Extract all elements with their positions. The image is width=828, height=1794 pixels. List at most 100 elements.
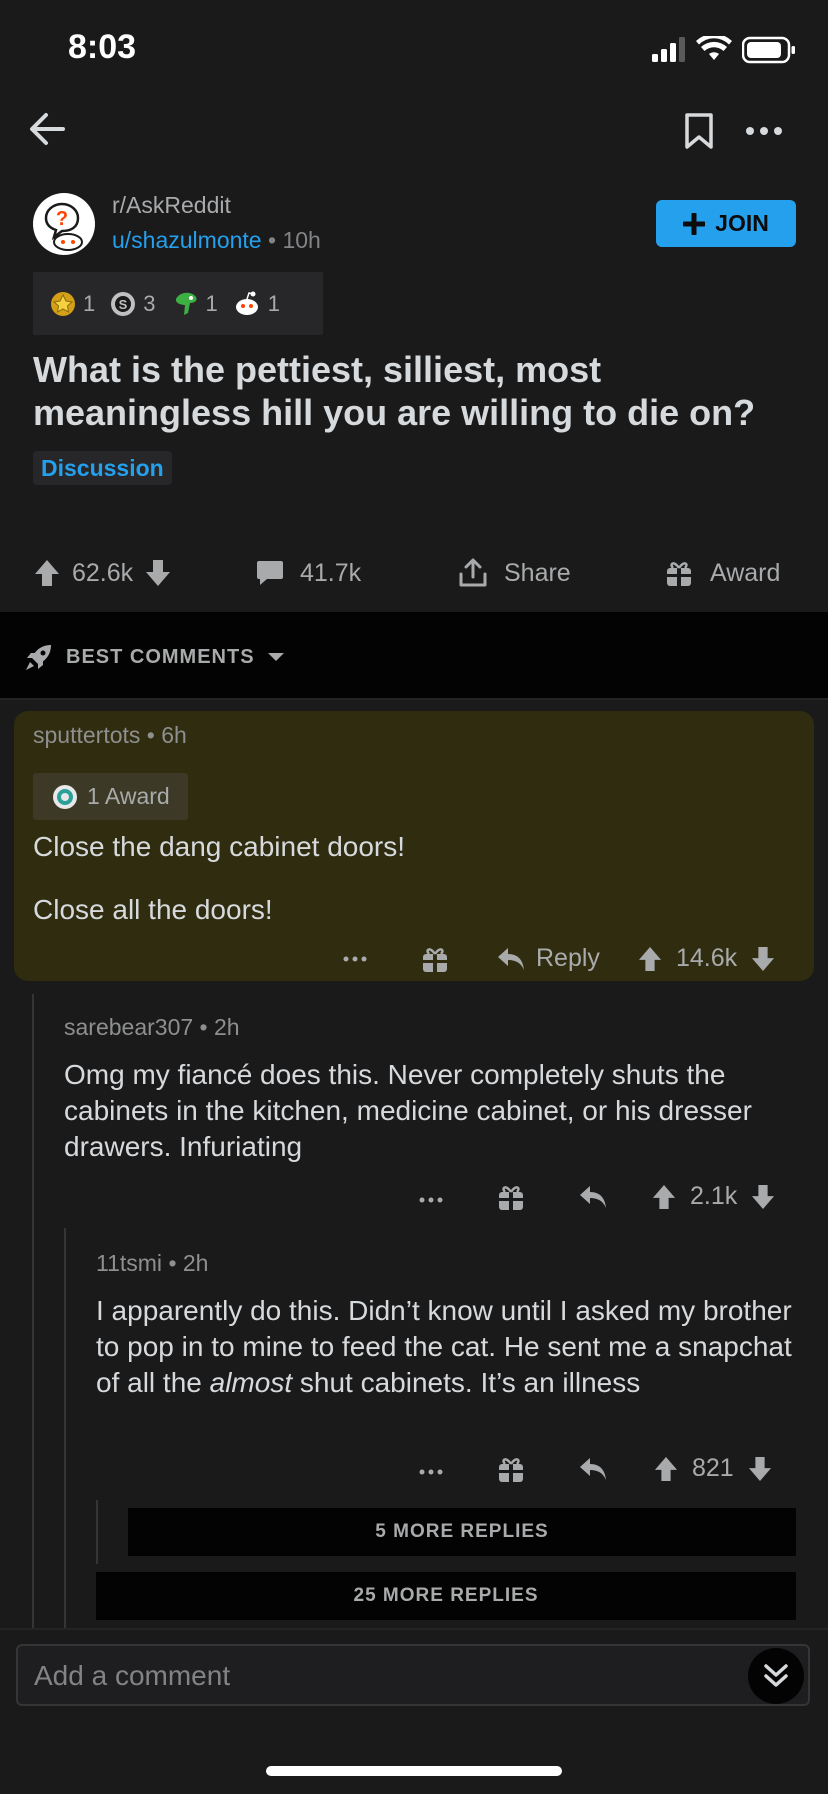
- comment-body: I apparently do this. Didn’t know until …: [96, 1293, 796, 1401]
- battery-icon: [742, 36, 796, 64]
- reply-button[interactable]: Reply: [496, 944, 600, 973]
- post-vote-group: 62.6k: [34, 548, 171, 598]
- reply-arrow-icon[interactable]: [578, 1184, 608, 1215]
- meta-separator: •: [199, 1014, 214, 1040]
- comment-paragraph: Close the dang cabinet doors!: [33, 831, 406, 862]
- comment-paragraph: Close all the doors!: [33, 894, 273, 925]
- subreddit-name[interactable]: r/AskReddit: [112, 192, 231, 219]
- award-count: 1: [83, 290, 96, 316]
- comment-text: shut cabinets. It’s an illness: [292, 1367, 641, 1398]
- comment-meta: sputtertots • 6h: [33, 722, 187, 749]
- comment-age: 6h: [161, 722, 187, 748]
- thread-line[interactable]: [96, 1500, 98, 1564]
- bookmark-icon[interactable]: [684, 112, 714, 150]
- downvote-icon[interactable]: [145, 559, 171, 587]
- caret-down-icon: [267, 653, 284, 661]
- join-label: JOIN: [715, 210, 769, 236]
- double-chevron-down-icon: [764, 1664, 788, 1687]
- upvote-icon[interactable]: [652, 1184, 676, 1210]
- post-author[interactable]: u/shazulmonte: [112, 227, 262, 253]
- thread-line[interactable]: [32, 994, 34, 1628]
- upvote-icon[interactable]: [654, 1456, 678, 1482]
- svg-text:?: ?: [56, 208, 68, 230]
- post-byline: u/shazulmonte • 10h: [112, 227, 321, 254]
- award-snoo: 1: [232, 289, 280, 319]
- plus-icon: [683, 212, 706, 235]
- award-gold: 1: [49, 290, 95, 318]
- sort-dropdown[interactable]: BEST COMMENTS: [24, 642, 285, 672]
- snoo-award-icon: [235, 291, 258, 315]
- meta-separator: •: [146, 722, 162, 748]
- comment-vote-group: 821: [654, 1454, 772, 1483]
- back-arrow-icon[interactable]: [28, 110, 66, 148]
- thread-line[interactable]: [64, 1228, 66, 1628]
- jump-next-button[interactable]: [748, 1648, 804, 1704]
- comment-gift-icon[interactable]: [496, 1454, 526, 1489]
- comment-meta: sarebear307 • 2h: [64, 1014, 240, 1041]
- comment-author[interactable]: 11tsmi: [96, 1250, 162, 1276]
- meta-separator: •: [168, 1250, 183, 1276]
- comment-more-icon[interactable]: [418, 1191, 444, 1209]
- join-button[interactable]: JOIN: [656, 200, 796, 247]
- platinum-award-icon: [53, 784, 77, 809]
- share-icon: [459, 558, 487, 587]
- sort-label: BEST COMMENTS: [66, 645, 255, 668]
- comment-body: Omg my fiancé does this. Never completel…: [64, 1059, 752, 1162]
- more-replies-button[interactable]: 5 MORE REPLIES: [128, 1508, 796, 1556]
- comment-award-label: 1 Award: [87, 783, 170, 809]
- downvote-icon[interactable]: [751, 946, 775, 972]
- downvote-icon[interactable]: [748, 1456, 772, 1482]
- comment-bubble-icon: [257, 561, 283, 585]
- home-indicator[interactable]: [266, 1766, 562, 1776]
- subreddit-avatar[interactable]: ?: [32, 192, 96, 256]
- award-dragon: 1: [170, 289, 218, 319]
- upvote-icon[interactable]: [638, 946, 662, 972]
- rocket-icon: [26, 645, 51, 670]
- award-silver: S 3: [109, 290, 156, 318]
- reply-arrow-icon: [498, 947, 524, 970]
- downvote-icon[interactable]: [751, 1184, 775, 1210]
- byline-separator: •: [267, 227, 283, 253]
- post-flair[interactable]: Discussion: [33, 451, 172, 485]
- post-title[interactable]: What is the pettiest, silliest, most mea…: [33, 348, 803, 434]
- post-age: 10h: [282, 227, 321, 253]
- svg-text:S: S: [119, 297, 128, 312]
- gift-icon: [667, 562, 691, 586]
- more-options-icon[interactable]: [744, 124, 784, 138]
- award-count: 1: [267, 290, 280, 316]
- comment-vote-count: 2.1k: [690, 1182, 738, 1210]
- comment-input[interactable]: Add a comment: [16, 1644, 810, 1706]
- signal-icon: [650, 36, 690, 62]
- award-label: Award: [710, 558, 781, 587]
- post-comments-button[interactable]: 41.7k: [256, 548, 361, 598]
- comment-age: 2h: [214, 1014, 240, 1040]
- comment-age: 2h: [182, 1250, 209, 1276]
- upvote-icon[interactable]: [34, 559, 60, 587]
- comment-gift-icon[interactable]: [496, 1182, 526, 1217]
- post-comment-count: 41.7k: [300, 558, 362, 587]
- award-button[interactable]: Award: [664, 548, 780, 598]
- comment-input-placeholder: Add a comment: [34, 1660, 231, 1691]
- status-time: 8:03: [68, 28, 137, 66]
- silver-award-icon: S: [111, 291, 136, 316]
- reply-arrow-icon[interactable]: [578, 1456, 608, 1487]
- comment-gift-icon[interactable]: [420, 944, 450, 979]
- dragon-award-icon: [175, 292, 197, 315]
- comment-more-icon[interactable]: [418, 1463, 444, 1481]
- award-count: 3: [143, 290, 156, 316]
- comment-author[interactable]: sarebear307: [64, 1014, 193, 1040]
- comment-more-icon[interactable]: [342, 950, 368, 968]
- more-replies-button[interactable]: 25 MORE REPLIES: [96, 1572, 796, 1620]
- share-button[interactable]: Share: [458, 548, 571, 598]
- comment-award-badge[interactable]: 1 Award: [33, 773, 188, 820]
- wifi-icon: [696, 36, 732, 62]
- gold-award-icon: [51, 291, 75, 316]
- comment-vote-group: 14.6k: [638, 944, 775, 973]
- post-vote-count: 62.6k: [72, 558, 134, 587]
- post-awards[interactable]: 1 S 3 1 1: [33, 272, 323, 335]
- share-label: Share: [504, 558, 571, 587]
- comment-vote-count: 14.6k: [676, 944, 738, 972]
- comment-vote-group: 2.1k: [652, 1182, 775, 1211]
- award-count: 1: [205, 290, 218, 316]
- comment-author[interactable]: sputtertots: [33, 722, 140, 748]
